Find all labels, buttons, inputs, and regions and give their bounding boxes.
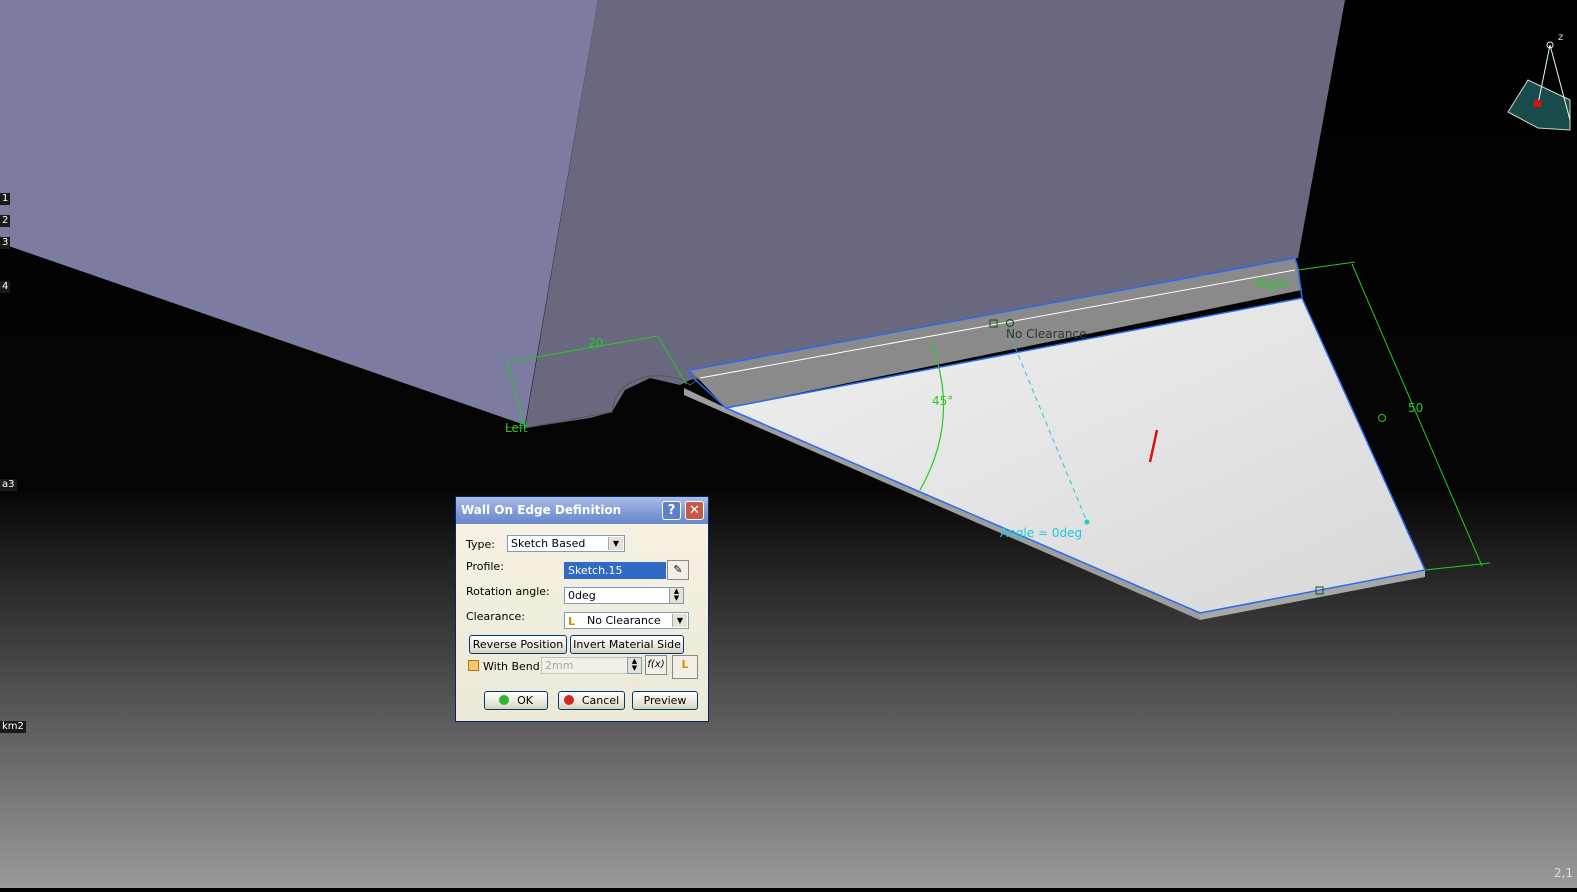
- cancel-icon: [563, 695, 574, 705]
- clearance-label: Clearance:: [466, 610, 526, 623]
- 3d-viewport[interactable]: Left Right No Clearance 45° 20 50 Angle …: [0, 0, 1577, 888]
- invert-material-side-button[interactable]: Invert Material Side: [570, 635, 684, 654]
- bend-radius-value: 2mm: [545, 659, 574, 672]
- tree-tag[interactable]: 2: [0, 215, 11, 227]
- viewport-canvas[interactable]: Left Right No Clearance 45° 20 50 Angle …: [0, 0, 1577, 888]
- chevron-down-icon[interactable]: ▼: [608, 537, 623, 550]
- profile-value: Sketch.15: [568, 564, 623, 577]
- ok-label: OK: [517, 694, 533, 707]
- label-dimension-20[interactable]: 20: [588, 336, 603, 350]
- with-bend-checkbox[interactable]: [468, 660, 479, 671]
- label-right[interactable]: Right: [1256, 277, 1288, 291]
- profile-label: Profile:: [466, 560, 504, 573]
- bend-radius-input[interactable]: 2mm: [541, 657, 629, 674]
- sketch-edit-icon[interactable]: ✎: [667, 560, 689, 580]
- help-button[interactable]: ?: [662, 501, 681, 520]
- dialog-title: Wall On Edge Definition: [461, 503, 622, 517]
- rotation-angle-value: 0deg: [568, 589, 596, 602]
- coordinate-readout: 2,1: [1553, 866, 1573, 880]
- dialog-body: Type: Sketch Based ▼ Profile: Sketch.15 …: [456, 524, 708, 721]
- close-button[interactable]: ✕: [685, 501, 704, 520]
- type-select-value: Sketch Based: [511, 537, 586, 550]
- cancel-label: Cancel: [581, 694, 620, 707]
- tree-tag[interactable]: km2: [0, 721, 26, 733]
- rotation-spinner-icon[interactable]: ▲ ▼: [669, 587, 684, 604]
- label-left[interactable]: Left: [505, 421, 528, 435]
- profile-field[interactable]: Sketch.15: [564, 562, 666, 579]
- compass-axis-label: z: [1558, 32, 1563, 43]
- chevron-down-icon[interactable]: ▼: [672, 614, 687, 627]
- cancel-button[interactable]: Cancel: [558, 691, 625, 710]
- label-dimension-50[interactable]: 50: [1408, 401, 1423, 415]
- with-bend-label: With Bend: [483, 660, 540, 673]
- label-angle-45[interactable]: 45°: [932, 394, 953, 408]
- clearance-select-value: No Clearance: [587, 614, 661, 627]
- tree-tag[interactable]: 3: [0, 237, 11, 249]
- clearance-icon: L: [568, 615, 576, 628]
- angle-axis-point: [1084, 519, 1090, 525]
- bend-spinner-icon[interactable]: ▲ ▼: [627, 657, 642, 674]
- clearance-select[interactable]: L No Clearance ▼: [564, 612, 689, 629]
- wall-on-edge-dialog[interactable]: Wall On Edge Definition ? ✕ Type: Sketch…: [455, 496, 709, 722]
- label-angle-zero[interactable]: Angle = 0deg: [1000, 526, 1082, 540]
- ok-icon: [499, 695, 510, 705]
- bend-parameters-icon[interactable]: L: [672, 655, 698, 679]
- reverse-position-button[interactable]: Reverse Position: [469, 635, 567, 654]
- rotation-angle-label: Rotation angle:: [466, 585, 550, 598]
- formula-icon[interactable]: f(x): [645, 655, 667, 675]
- ok-button[interactable]: OK: [484, 691, 548, 710]
- tree-tag[interactable]: 1: [0, 193, 11, 205]
- preview-button[interactable]: Preview: [632, 691, 698, 710]
- type-select[interactable]: Sketch Based ▼: [507, 535, 625, 552]
- tree-tag[interactable]: 4: [0, 281, 11, 293]
- type-label: Type:: [466, 538, 495, 551]
- label-no-clearance[interactable]: No Clearance: [1006, 327, 1086, 341]
- tree-tag[interactable]: a3: [0, 479, 17, 491]
- dialog-titlebar[interactable]: Wall On Edge Definition ? ✕: [456, 497, 708, 524]
- rotation-angle-input[interactable]: 0deg: [564, 587, 670, 604]
